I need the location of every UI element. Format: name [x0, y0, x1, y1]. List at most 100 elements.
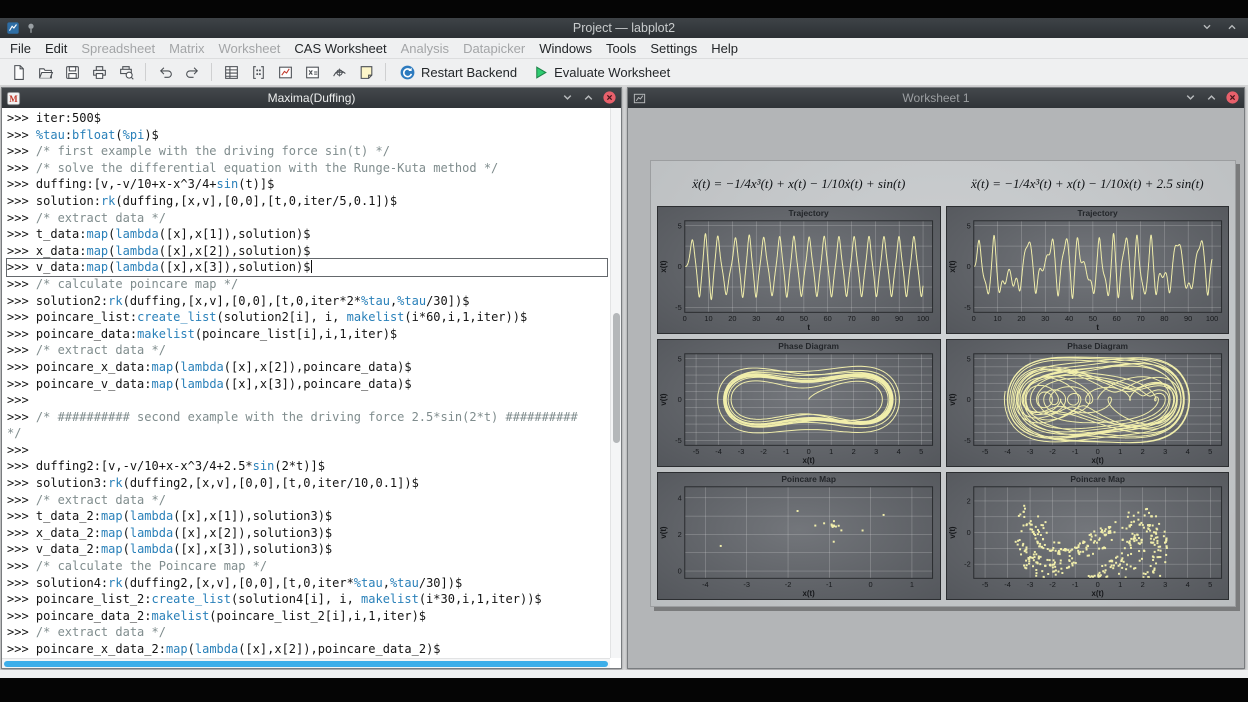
window-shade-button[interactable]	[1200, 20, 1215, 35]
svg-text:4: 4	[1185, 580, 1189, 589]
toolbar-print-preview-button[interactable]	[113, 60, 139, 84]
code-line: >>>	[7, 442, 607, 459]
print-icon	[91, 64, 108, 81]
code-line: >>> /* solve the differential equation w…	[7, 160, 607, 177]
window-titlebar[interactable]: Project — labplot2	[0, 18, 1248, 38]
window-restore-button[interactable]	[1225, 20, 1240, 35]
toolbar-new-note-button[interactable]	[353, 60, 379, 84]
svg-text:50: 50	[800, 314, 808, 323]
svg-text:-1: -1	[783, 447, 790, 456]
toolbar-undo-button[interactable]	[152, 60, 178, 84]
cas-code-area[interactable]: >>> iter:500$>>> %tau:bfloat(%pi)$ >>> /*…	[7, 110, 607, 658]
equation-label-1: ẍ(t) = −1/4x³(t) + x(t) − 1/10ẋ(t) + sin…	[657, 167, 941, 201]
menu-worksheet[interactable]: Worksheet	[211, 41, 287, 56]
plot-poincare-map-left[interactable]: -4-3-2-101024x(t)v(t)Poincare Map	[657, 472, 941, 600]
svg-text:3: 3	[1163, 447, 1167, 456]
toolbar-open-document-button[interactable]	[32, 60, 58, 84]
code-line: >>> /* calculate the Poincare map */	[7, 558, 607, 575]
menu-datapicker[interactable]: Datapicker	[456, 41, 532, 56]
toolbar-new-spreadsheet-button[interactable]	[218, 60, 244, 84]
toolbar-save-document-button[interactable]	[59, 60, 85, 84]
cas-window-title: Maxima(Duffing)	[2, 91, 621, 105]
code-line: >>>	[7, 392, 607, 409]
svg-text:-5: -5	[675, 436, 682, 445]
menu-windows[interactable]: Windows	[532, 41, 599, 56]
cas-maximize-button[interactable]	[581, 90, 596, 105]
svg-text:-1: -1	[1071, 447, 1078, 456]
plot-phase-diagram-right[interactable]: -5-4-3-2-1012345-505x(t)v(t)Phase Diagra…	[946, 339, 1230, 467]
restart-backend-icon	[399, 64, 416, 81]
svg-text:v(t): v(t)	[947, 393, 956, 406]
toolbar-new-cas-worksheet-button[interactable]	[299, 60, 325, 84]
new-datapicker-icon	[331, 64, 348, 81]
code-line: >>> /* extract data */	[7, 210, 607, 227]
cas-close-button[interactable]	[602, 90, 617, 105]
plot-trajectory-left[interactable]: 0102030405060708090100-505tx(t)Trajector…	[657, 206, 941, 334]
menu-edit[interactable]: Edit	[38, 41, 74, 56]
vertical-scrollbar[interactable]	[610, 108, 621, 658]
code-line: >>> iter:500$	[7, 110, 607, 127]
pin-icon[interactable]	[24, 21, 38, 35]
toolbar-print-button[interactable]	[86, 60, 112, 84]
code-line: */	[7, 425, 607, 442]
horizontal-scrollbar[interactable]	[2, 658, 610, 668]
svg-text:2: 2	[1140, 447, 1144, 456]
worksheet-window-titlebar[interactable]: Worksheet 1	[628, 88, 1244, 108]
worksheet-close-button[interactable]	[1225, 90, 1240, 105]
new-note-icon	[358, 64, 375, 81]
svg-text:0: 0	[807, 447, 811, 456]
svg-text:4: 4	[897, 447, 901, 456]
svg-text:0: 0	[678, 395, 682, 404]
code-line: >>> t_data:map(lambda([x],x[1]),solution…	[7, 226, 607, 243]
svg-text:x(t): x(t)	[947, 260, 956, 273]
svg-text:0: 0	[966, 528, 970, 537]
horizontal-scrollbar-handle[interactable]	[4, 661, 608, 667]
plot-phase-diagram-left[interactable]: -5-4-3-2-1012345-505x(t)v(t)Phase Diagra…	[657, 339, 941, 467]
menu-analysis[interactable]: Analysis	[394, 41, 456, 56]
cas-window-titlebar[interactable]: M Maxima(Duffing)	[2, 88, 621, 108]
worksheet-minimize-button[interactable]	[1183, 90, 1198, 105]
code-line: >>> duffing2:[v,-v/10+x-x^3/4+2.5*sin(2*…	[7, 458, 607, 475]
svg-text:3: 3	[874, 447, 878, 456]
evaluate-worksheet-icon	[532, 64, 549, 81]
menu-cas-worksheet[interactable]: CAS Worksheet	[287, 41, 393, 56]
code-line: >>> %tau:bfloat(%pi)$	[7, 127, 607, 144]
menu-tools[interactable]: Tools	[599, 41, 643, 56]
menu-spreadsheet[interactable]: Spreadsheet	[74, 41, 162, 56]
svg-text:-5: -5	[675, 303, 682, 312]
svg-text:60: 60	[824, 314, 832, 323]
svg-text:-2: -2	[1049, 447, 1056, 456]
code-line: >>> poincare_v_data:map(lambda([x],x[3])…	[7, 376, 607, 393]
toolbar-restart-backend-button[interactable]: Restart Backend	[392, 60, 524, 84]
toolbar-evaluate-worksheet-button[interactable]: Evaluate Worksheet	[525, 60, 677, 84]
toolbar-new-worksheet-button[interactable]	[272, 60, 298, 84]
screen: Project — labplot2 FileEditSpreadsheetMa…	[0, 0, 1248, 702]
svg-text:30: 30	[1041, 314, 1049, 323]
svg-text:5: 5	[966, 221, 970, 230]
svg-text:-4: -4	[1004, 580, 1011, 589]
toolbar-new-matrix-button[interactable]	[245, 60, 271, 84]
worksheet-view[interactable]: ẍ(t) = −1/4x³(t) + x(t) − 1/10ẋ(t) + sin…	[628, 108, 1244, 668]
svg-text:0: 0	[1095, 580, 1099, 589]
svg-text:70: 70	[847, 314, 855, 323]
vertical-scrollbar-handle[interactable]	[613, 313, 620, 443]
cas-window: M Maxima(Duffing) >>> iter:500$>>> %tau:…	[1, 87, 622, 669]
toolbar-new-datapicker-button[interactable]	[326, 60, 352, 84]
plot-poincare-map-right[interactable]: -5-4-3-2-1012345-202x(t)v(t)Poincare Map	[946, 472, 1230, 600]
menu-file[interactable]: File	[3, 41, 38, 56]
svg-text:-1: -1	[826, 580, 833, 589]
plot-trajectory-right[interactable]: 0102030405060708090100-505tx(t)Trajector…	[946, 206, 1230, 334]
worksheet-maximize-button[interactable]	[1204, 90, 1219, 105]
worksheet-paper[interactable]: ẍ(t) = −1/4x³(t) + x(t) − 1/10ẋ(t) + sin…	[650, 160, 1236, 607]
cas-editor[interactable]: >>> iter:500$>>> %tau:bfloat(%pi)$ >>> /*…	[2, 108, 621, 668]
menu-matrix[interactable]: Matrix	[162, 41, 211, 56]
menu-help[interactable]: Help	[704, 41, 745, 56]
svg-text:Poincare Map: Poincare Map	[781, 474, 836, 484]
svg-text:100: 100	[1205, 314, 1217, 323]
cas-minimize-button[interactable]	[560, 90, 575, 105]
toolbar-new-document-button[interactable]	[5, 60, 31, 84]
svg-text:Trajectory: Trajectory	[789, 208, 830, 218]
svg-text:4: 4	[1185, 447, 1189, 456]
toolbar-redo-button[interactable]	[179, 60, 205, 84]
menu-settings[interactable]: Settings	[643, 41, 704, 56]
